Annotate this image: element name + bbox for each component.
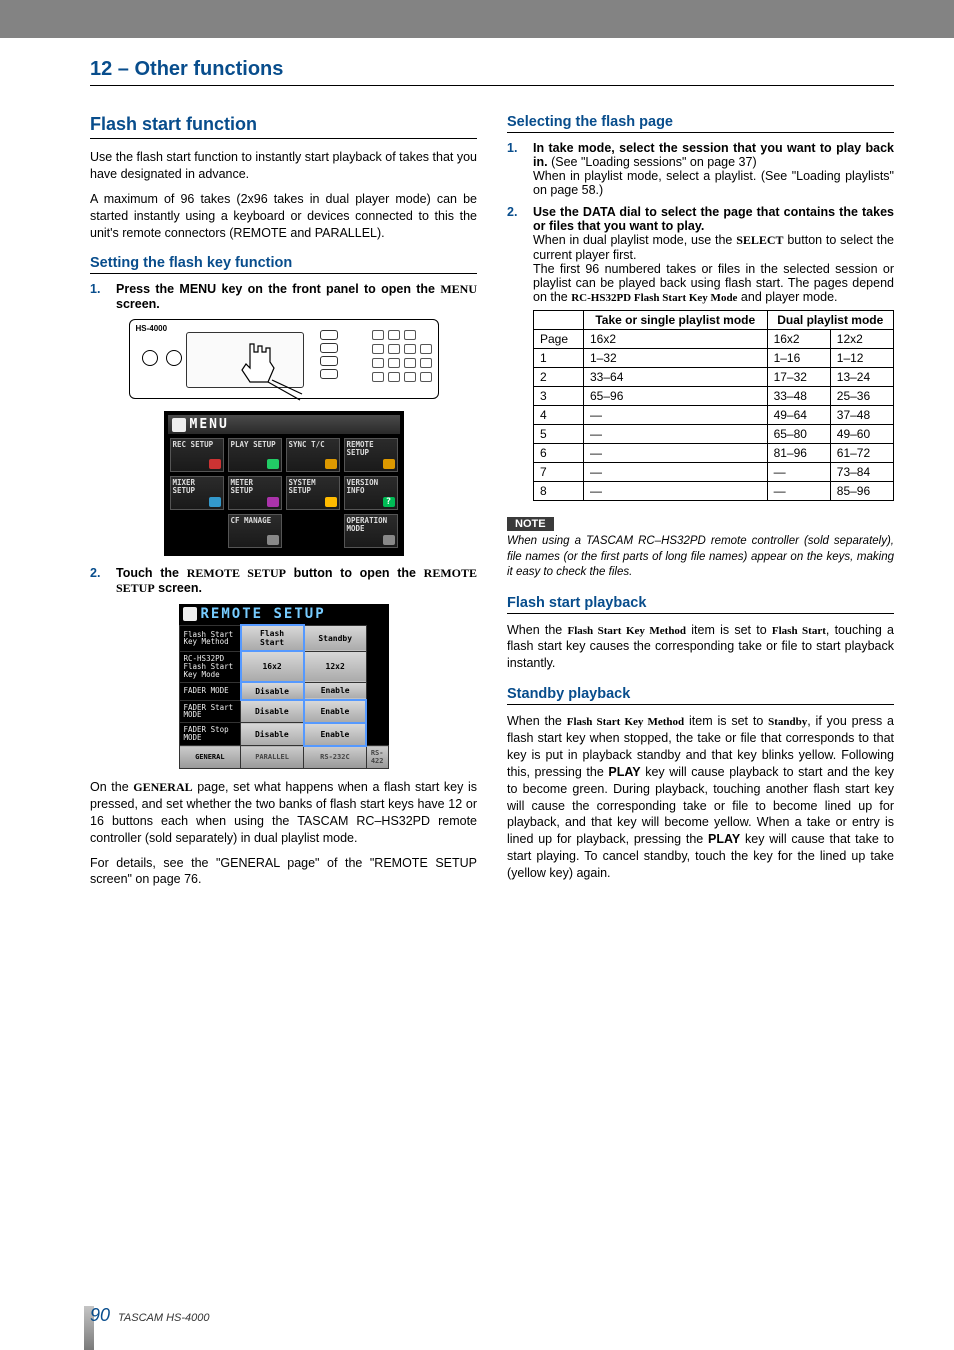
subsection-heading: Setting the flash key function [90,255,477,274]
remote-screen-title: REMOTE SETUP [179,604,389,624]
step-text: Touch the [116,566,187,580]
chapter-title: 12 – Other functions [90,58,894,86]
table-row: 5—65–8049–60 [534,425,894,444]
device-model-label: HS-4000 [136,324,168,333]
note-badge: NOTE [507,517,554,531]
ui-term: RC-HS32PD Flash Start Key Mode [571,292,737,304]
remote-row: FADER Stop MODEDisableEnable [179,723,388,746]
hand-pointer-icon [230,342,310,402]
menu-cell: CF MANAGE [228,514,282,548]
key-name: PLAY [608,765,640,779]
ui-term: SELECT [736,233,783,247]
table-row: 6—81–9661–72 [534,444,894,463]
menu-cell: OPERATION MODE [344,514,398,548]
remote-row: FADER Start MODEDisableEnable [179,700,388,723]
table-header: Dual playlist mode [767,311,893,330]
step-text: When in playlist mode, select a playlist… [533,169,894,197]
step-text: Press the MENU key on the front panel to… [116,282,440,296]
ui-term: Flash Start [772,625,826,637]
paragraph: Use the flash start function to instantl… [90,149,477,183]
remote-tabs: GENERAL PARALLEL RS-232C RS-422 [179,746,388,769]
device-illustration: HS-4000 [129,319,439,399]
paragraph: On the GENERAL page, set what happens wh… [90,779,477,847]
page-content: 12 – Other functions Flash start functio… [0,38,954,896]
menu-screen-title: MENU [168,415,400,434]
left-column: Flash start function Use the flash start… [90,114,477,896]
table-header: Take or single playlist mode [584,311,768,330]
menu-cell: REC SETUP [170,438,224,472]
step-number: 1. [90,282,106,311]
table-row: 233–6417–3213–24 [534,368,894,387]
subsection-heading: Selecting the flash page [507,114,894,133]
table-row: 365–9633–4825–36 [534,387,894,406]
table-header [534,311,584,330]
paragraph: For details, see the "GENERAL page" of t… [90,855,477,889]
top-bar [0,0,954,38]
step-text: Use the DATA dial to select the page tha… [533,205,894,233]
menu-cell: MIXER SETUP [170,476,224,510]
step-item: 1. Press the MENU key on the front panel… [90,282,477,311]
ui-term: Standby [768,716,807,728]
ui-term: GENERAL [133,780,192,794]
paragraph: When the Flash Start Key Method item is … [507,622,894,673]
table-row: 7——73–84 [534,463,894,482]
menu-cell: VERSION INFO? [344,476,398,510]
ui-term: Flash Start Key Method [567,625,686,637]
subsection-heading: Standby playback [507,686,894,705]
device-buttons [372,330,432,382]
remote-setup-screenshot: REMOTE SETUP Flash Start Key MethodFlash… [179,604,389,769]
table-row: 8——85–96 [534,482,894,501]
menu-cell: REMOTE SETUP [344,438,398,472]
flash-page-table: Take or single playlist mode Dual playli… [533,310,894,501]
subsection-heading: Flash start playback [507,595,894,614]
menu-cell: PLAY SETUP [228,438,282,472]
right-column: Selecting the flash page 1. In take mode… [507,114,894,896]
remote-row: Flash Start Key MethodFlash StartStandby [179,625,388,651]
table-row: 4—49–6437–48 [534,406,894,425]
section-heading: Flash start function [90,114,477,139]
step-text: button to open the [286,566,424,580]
step-text: When in dual playlist mode, use the [533,233,736,247]
key-name: PLAY [708,832,740,846]
ui-term: Flash Start Key Method [567,716,684,728]
step-text: screen. [155,581,202,595]
step-text: (See "Loading sessions" on page 37) [548,155,757,169]
table-row: 11–321–161–12 [534,349,894,368]
remote-row: RC-HS32PD Flash Start Key Mode16x212x2 [179,651,388,682]
step-number: 2. [90,566,106,596]
step-item: 1. In take mode, select the session that… [507,141,894,197]
menu-cell: METER SETUP [228,476,282,510]
menu-cell: SYNC T/C [286,438,340,472]
table-row: Page16x216x212x2 [534,330,894,349]
step-text: and player mode. [737,290,837,304]
ui-term: REMOTE SETUP [187,566,286,580]
step-number: 2. [507,205,523,505]
step-item: 2. Touch the REMOTE SETUP button to open… [90,566,477,596]
remote-row: FADER MODEDisableEnable [179,682,388,700]
menu-cell: SYSTEM SETUP [286,476,340,510]
menu-screenshot: MENU REC SETUP PLAY SETUP SYNC T/C REMOT… [164,411,404,556]
device-controls [320,330,338,379]
note-text: When using a TASCAM RC–HS32PD remote con… [507,534,894,581]
page-number: 90 [90,1305,110,1326]
product-name: TASCAM HS-4000 [118,1312,210,1324]
paragraph: A maximum of 96 takes (2x96 takes in dua… [90,191,477,242]
knob-icon [142,350,158,366]
knob-icon [166,350,182,366]
paragraph: When the Flash Start Key Method item is … [507,713,894,882]
ui-term: MENU [440,282,477,296]
step-text: screen. [116,297,160,311]
step-item: 2. Use the DATA dial to select the page … [507,205,894,505]
page-footer: 90 TASCAM HS-4000 [90,1305,210,1326]
step-number: 1. [507,141,523,197]
